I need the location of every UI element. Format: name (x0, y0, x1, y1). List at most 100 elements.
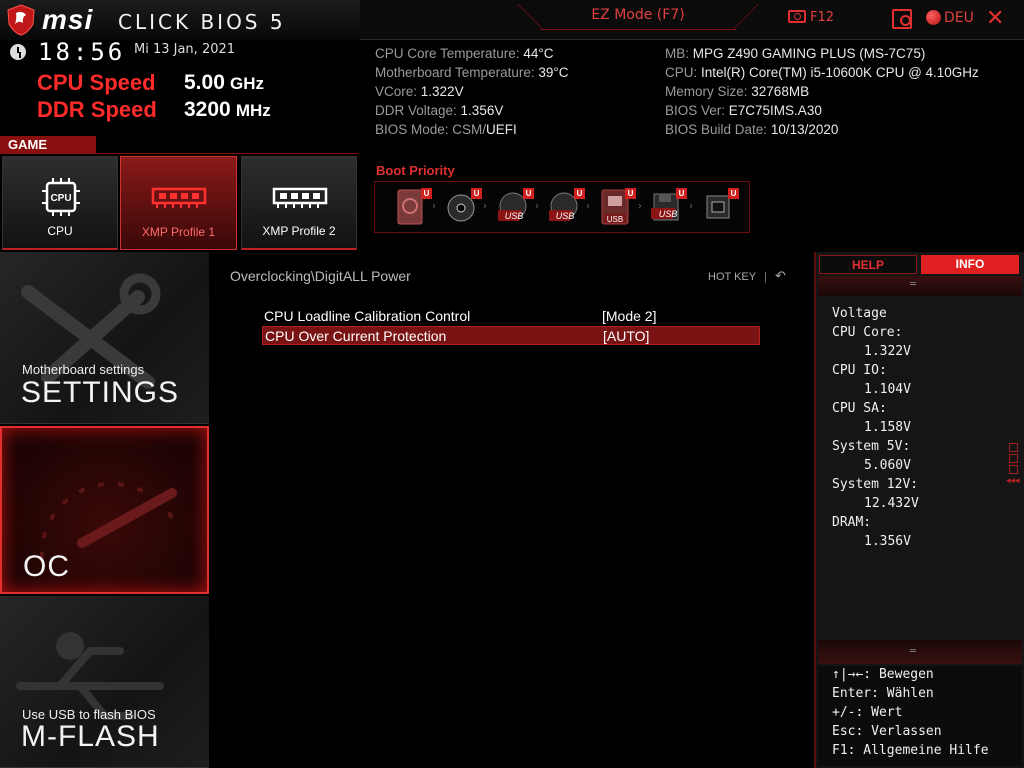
scroll-indicator[interactable] (1009, 454, 1018, 463)
sysinfo-cpu: CPU: Intel(R) Core(TM) i5-10600K CPU @ 4… (665, 65, 979, 80)
hotkey-label: HOT KEY (708, 271, 757, 283)
boot-device-hdd[interactable]: U (396, 188, 432, 226)
clock-date: Mi 13 Jan, 2021 (134, 42, 236, 57)
setting-row-cpu-llc[interactable]: CPU Loadline Calibration Control [Mode 2… (262, 307, 760, 326)
setting-value[interactable]: [Mode 2] (602, 307, 656, 326)
game-boost-xmp1-button[interactable]: XMP Profile 1 (120, 156, 237, 250)
boot-device-network[interactable]: U (703, 188, 739, 226)
chevron-right-icon: › (432, 201, 436, 212)
screenshot-button[interactable]: F12 (788, 10, 834, 25)
menu-settings[interactable]: Motherboard settings SETTINGS (0, 252, 209, 424)
voltage-value: 5.060V (864, 458, 911, 473)
voltage-label: CPU SA: (832, 401, 887, 416)
sysinfo-value: 1.322V (420, 84, 464, 99)
menu-mflash[interactable]: Use USB to flash BIOS M-FLASH (0, 596, 209, 768)
scroll-indicator[interactable] (1009, 443, 1018, 452)
key-help-line: +/-: Wert (832, 705, 903, 720)
back-icon[interactable]: ↶ (775, 268, 786, 283)
sysinfo-label: CPU Core Temperature: (375, 46, 524, 61)
clock-icon (10, 44, 26, 60)
cpu-speed-label: CPU Speed (37, 70, 156, 95)
voltage-value: 1.158V (864, 420, 911, 435)
game-boost-xmp2-button[interactable]: XMP Profile 2 (241, 156, 357, 250)
game-boost-label: GAME BOOST (0, 136, 96, 170)
voltage-label: CPU IO: (832, 363, 887, 378)
sysinfo-bios-date: BIOS Build Date: 10/13/2020 (665, 122, 838, 137)
boot-device-usb-key[interactable]: USB U (600, 188, 636, 226)
scroll-indicator[interactable] (1009, 465, 1018, 474)
voltage-value: 1.104V (864, 382, 911, 397)
sysinfo-value: 32768MB (751, 84, 810, 99)
sysinfo-value: 1.356V (460, 103, 504, 118)
key-help-line: Esc: Verlassen (832, 724, 942, 739)
sysinfo-mb-temp: Motherboard Temperature: 39°C (375, 65, 569, 80)
menu-oc[interactable]: OC (0, 426, 209, 594)
sysinfo-value: 44°C (523, 46, 554, 61)
setting-row-cpu-ocp[interactable]: CPU Over Current Protection [AUTO] (262, 326, 760, 345)
voltage-label: DRAM: (832, 515, 872, 530)
sysinfo-label: MB: (665, 46, 693, 61)
ddr-speed-readout: 3200 MHz (184, 98, 271, 122)
cpu-speed-readout: 5.00 GHz (184, 71, 264, 95)
scroll-down-bar[interactable]: ═ (818, 640, 1022, 664)
chevron-right-icon: › (689, 201, 693, 212)
tab-help[interactable]: HELP (819, 255, 917, 274)
sysinfo-label: VCore: (375, 84, 421, 99)
separator: | (764, 271, 767, 283)
scroll-up-icon: ═ (910, 279, 917, 290)
close-icon[interactable]: ✕ (986, 6, 1004, 31)
clock-time: 18:56 (38, 38, 126, 66)
voltage-label: System 5V: (832, 439, 911, 454)
cpu-chip-icon: CPU (42, 178, 80, 216)
chevron-right-icon: › (586, 201, 590, 212)
chevron-right-icon: › (638, 201, 642, 212)
cpu-speed-value: 5.00 (184, 71, 225, 94)
boot-device-usb-cd-1[interactable]: USB U (489, 188, 534, 226)
ddr-speed-unit: MHz (235, 101, 271, 120)
setting-value[interactable]: [AUTO] (603, 327, 649, 346)
screenshot-key-label: F12 (810, 10, 835, 25)
search-icon[interactable] (892, 9, 912, 29)
sysinfo-label: DDR Voltage: (375, 103, 461, 118)
sysinfo-label: BIOS Ver: (665, 103, 729, 118)
tab-info[interactable]: INFO (921, 255, 1019, 274)
sysinfo-memory: Memory Size: 32768MB (665, 84, 809, 99)
boot-device-optical[interactable]: U (446, 188, 482, 226)
language-button[interactable]: DEU (926, 10, 974, 26)
product-name: click bios 5 (118, 10, 286, 34)
game-boost-xmp1-label: XMP Profile 1 (141, 225, 216, 239)
voltage-value: 1.322V (864, 344, 911, 359)
boot-device-usb-cd-2[interactable]: USB U (540, 188, 585, 226)
cpu-speed-unit: GHz (229, 74, 264, 93)
game-boost-cpu-label: CPU (47, 224, 73, 238)
scroll-down-icon: ═ (910, 646, 917, 657)
scroll-up-bar[interactable]: ═ (818, 276, 1022, 296)
sysinfo-value: 10/13/2020 (770, 122, 839, 137)
breadcrumb: Overclocking\DigitALL Power (230, 268, 411, 284)
hotkey-button[interactable]: HOT KEY | ↶ (708, 268, 786, 284)
sysinfo-cpu-temp: CPU Core Temperature: 44°C (375, 46, 553, 61)
usb-text: USB (607, 215, 623, 224)
game-boost-cpu-button[interactable]: CPU CPU (2, 156, 118, 250)
collapse-arrow-icon[interactable]: ◂◂◂ (1006, 476, 1020, 486)
setting-name: CPU Loadline Calibration Control (264, 308, 471, 324)
boot-priority-label: Boot Priority (376, 163, 455, 178)
voltage-label: System 12V: (832, 477, 919, 492)
boot-device-usb-floppy[interactable]: USB U (642, 188, 687, 226)
sysinfo-label: CPU: (665, 65, 702, 80)
game-boost-xmp2-label: XMP Profile 2 (262, 224, 336, 238)
chevron-right-icon: › (483, 201, 487, 212)
sysinfo-bios-ver: BIOS Ver: E7C75IMS.A30 (665, 103, 822, 118)
memory-module-icon (151, 187, 207, 208)
voltage-label: CPU Core: (832, 325, 903, 340)
mflash-title: M-FLASH (21, 720, 160, 753)
uefi-badge: U (471, 188, 482, 199)
sysinfo-label: Memory Size: (665, 84, 752, 99)
globe-icon (926, 10, 941, 25)
ez-mode-button[interactable]: EZ Mode (F7) (540, 4, 736, 30)
sysinfo-vcore: VCore: 1.322V (375, 84, 464, 99)
uefi-badge: U (676, 188, 687, 199)
sysinfo-label: Motherboard Temperature: (375, 65, 539, 80)
usb-text: USB (505, 211, 524, 221)
uefi-badge: U (421, 188, 432, 199)
